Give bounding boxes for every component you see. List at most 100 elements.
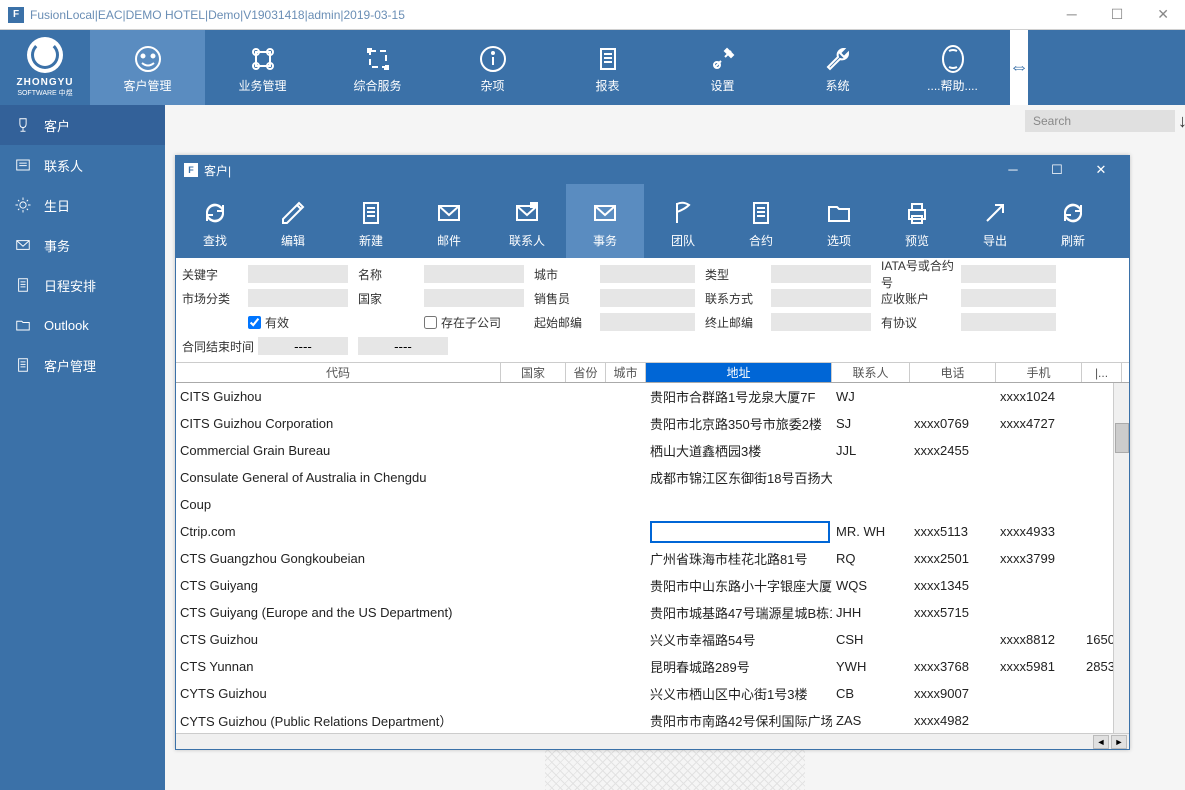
sub-tb-1[interactable]: 编辑: [254, 184, 332, 258]
sb-label: 生日: [44, 196, 70, 215]
main-toolbar: ZHONGYU SOFTWARE 中煜 客户管理业务管理综合服务杂项报表设置系统…: [0, 30, 1185, 105]
sub-tb-11[interactable]: 刷新: [1034, 184, 1112, 258]
main-tb-6[interactable]: 系统: [780, 30, 895, 105]
inp-keyword[interactable]: [248, 265, 348, 283]
cell-contact: CSH: [832, 632, 910, 647]
col-city[interactable]: 城市: [606, 363, 646, 382]
wrench-icon: [822, 41, 854, 77]
sub-tb-8[interactable]: 选项: [800, 184, 878, 258]
chk-hassub[interactable]: [424, 316, 437, 329]
inp-endzip[interactable]: [771, 313, 871, 331]
sub-tb-2[interactable]: 新建: [332, 184, 410, 258]
minimize-button[interactable]: ─: [1059, 6, 1085, 23]
col-tel[interactable]: 电话: [910, 363, 996, 382]
col-province[interactable]: 省份: [566, 363, 606, 382]
sub-tb-9[interactable]: 预览: [878, 184, 956, 258]
table-row[interactable]: CTS Guangzhou Gongkoubeian广州省珠海市桂花北路81号R…: [176, 545, 1129, 572]
selected-cell[interactable]: [650, 521, 830, 543]
inp-account[interactable]: [961, 289, 1056, 307]
cell-tel: xxxx3768: [910, 659, 996, 674]
col-address[interactable]: 地址: [646, 363, 832, 382]
filter-form: 关键字 名称 城市 类型 IATA号或合约号 市场分类 国家 销售员 联系方式 …: [176, 258, 1129, 363]
table-row[interactable]: Ctrip.comMR. WHxxxx5113xxxx4933: [176, 518, 1129, 545]
table-row[interactable]: Coup: [176, 491, 1129, 518]
cell-mobile: xxxx5981: [996, 659, 1082, 674]
table-row[interactable]: CITS Guizhou Corporation贵阳市北京路350号市旅委2楼S…: [176, 410, 1129, 437]
main-tb-1[interactable]: 业务管理: [205, 30, 320, 105]
sub-tb-12[interactable]: 类: [1112, 184, 1129, 258]
customer-table: 代码国家省份城市地址联系人电话手机|... CITS Guizhou贵阳市合群路…: [176, 363, 1129, 749]
sub-tb-0[interactable]: 查找: [176, 184, 254, 258]
sub-tb-6[interactable]: 团队: [644, 184, 722, 258]
lbl-city: 城市: [534, 266, 598, 283]
inp-iata[interactable]: [961, 265, 1056, 283]
mail-icon: [433, 194, 465, 232]
col-country[interactable]: 国家: [501, 363, 566, 382]
subwin-minimize[interactable]: ─: [993, 162, 1033, 178]
vscrollbar[interactable]: [1113, 383, 1129, 733]
sub-tb-4[interactable]: 联系人: [488, 184, 566, 258]
chk-valid[interactable]: [248, 316, 261, 329]
table-row[interactable]: CTS Guiyang (Europe and the US Departmen…: [176, 599, 1129, 626]
table-row[interactable]: CITS Guizhou贵阳市合群路1号龙泉大厦7FWJxxxx1024: [176, 383, 1129, 410]
inp-type[interactable]: [771, 265, 871, 283]
table-row[interactable]: Commercial Grain Bureau栖山大道鑫栖园3楼JJLxxxx2…: [176, 437, 1129, 464]
titlebar: F FusionLocal|EAC|DEMO HOTEL|Demo|V19031…: [0, 0, 1185, 30]
sub-tb-10[interactable]: 导出: [956, 184, 1034, 258]
inp-salesman[interactable]: [600, 289, 695, 307]
col-mobile[interactable]: 手机: [996, 363, 1082, 382]
sidebar-item-2[interactable]: 生日: [0, 185, 165, 225]
main-tb-2[interactable]: 综合服务: [320, 30, 435, 105]
main-tb-0[interactable]: 客户管理: [90, 30, 205, 105]
sidebar: 客户联系人生日事务日程安排 Outlook 客户管理: [0, 105, 165, 790]
smile-icon: [132, 41, 164, 77]
table-row[interactable]: CTS Yunnan昆明春城路289号YWHxxxx3768xxxx598128…: [176, 653, 1129, 680]
scroll-right[interactable]: ►: [1111, 735, 1127, 749]
table-row[interactable]: CYTS Guizhou (Public Relations Departmen…: [176, 707, 1129, 733]
sub-tb-7[interactable]: 合约: [722, 184, 800, 258]
col-contact[interactable]: 联系人: [832, 363, 910, 382]
sidebar-item-6[interactable]: 客户管理: [0, 345, 165, 385]
cell-tel: xxxx2501: [910, 551, 996, 566]
main-tb-5[interactable]: 设置: [665, 30, 780, 105]
inp-contactway[interactable]: [771, 289, 871, 307]
inp-name[interactable]: [424, 265, 524, 283]
inp-date-from[interactable]: [258, 337, 348, 355]
sidebar-item-0[interactable]: 客户: [0, 105, 165, 145]
inp-country[interactable]: [424, 289, 524, 307]
inp-agreement[interactable]: [961, 313, 1056, 331]
subwin-close[interactable]: ✕: [1081, 162, 1121, 178]
inp-startzip[interactable]: [600, 313, 695, 331]
search-dropdown-icon[interactable]: ↓: [1178, 111, 1185, 132]
inp-market[interactable]: [248, 289, 348, 307]
table-row[interactable]: CYTS Guizhou兴义市栖山区中心街1号3楼CBxxxx9007: [176, 680, 1129, 707]
close-button[interactable]: ✕: [1149, 6, 1177, 23]
sidebar-item-5[interactable]: Outlook: [0, 305, 165, 345]
hscrollbar[interactable]: ◄ ►: [176, 733, 1129, 749]
sidebar-item-4[interactable]: 日程安排: [0, 265, 165, 305]
sub-tb-5[interactable]: 事务: [566, 184, 644, 258]
search-input[interactable]: Search: [1025, 110, 1175, 132]
subwin-maximize[interactable]: ☐: [1037, 162, 1077, 178]
sidebar-item-3[interactable]: 事务: [0, 225, 165, 265]
sidebar-item-1[interactable]: 联系人: [0, 145, 165, 185]
cell-address: 兴义市幸福路54号: [646, 630, 832, 649]
sub-tb-3[interactable]: 邮件: [410, 184, 488, 258]
main-tb-7[interactable]: ....帮助....: [895, 30, 1010, 105]
table-row[interactable]: Consulate General of Australia in Chengd…: [176, 464, 1129, 491]
stb-label: 邮件: [437, 232, 461, 249]
resize-handle[interactable]: ⇔: [1010, 30, 1028, 105]
table-row[interactable]: CTS Guizhou兴义市幸福路54号CSHxxxx88121650: [176, 626, 1129, 653]
inp-city[interactable]: [600, 265, 695, 283]
cell-code: Consulate General of Australia in Chengd…: [176, 470, 501, 485]
inp-date-to[interactable]: [358, 337, 448, 355]
table-row[interactable]: CTS Guiyang贵阳市中山东路小十字银座大厦17FWQSxxxx1345: [176, 572, 1129, 599]
cell-contact: WQS: [832, 578, 910, 593]
main-tb-3[interactable]: 杂项: [435, 30, 550, 105]
maximize-button[interactable]: ☐: [1103, 6, 1132, 23]
main-tb-4[interactable]: 报表: [550, 30, 665, 105]
col-more[interactable]: |...: [1082, 363, 1122, 382]
sb-label: Outlook: [44, 318, 89, 333]
col-code[interactable]: 代码: [176, 363, 501, 382]
scroll-left[interactable]: ◄: [1093, 735, 1109, 749]
